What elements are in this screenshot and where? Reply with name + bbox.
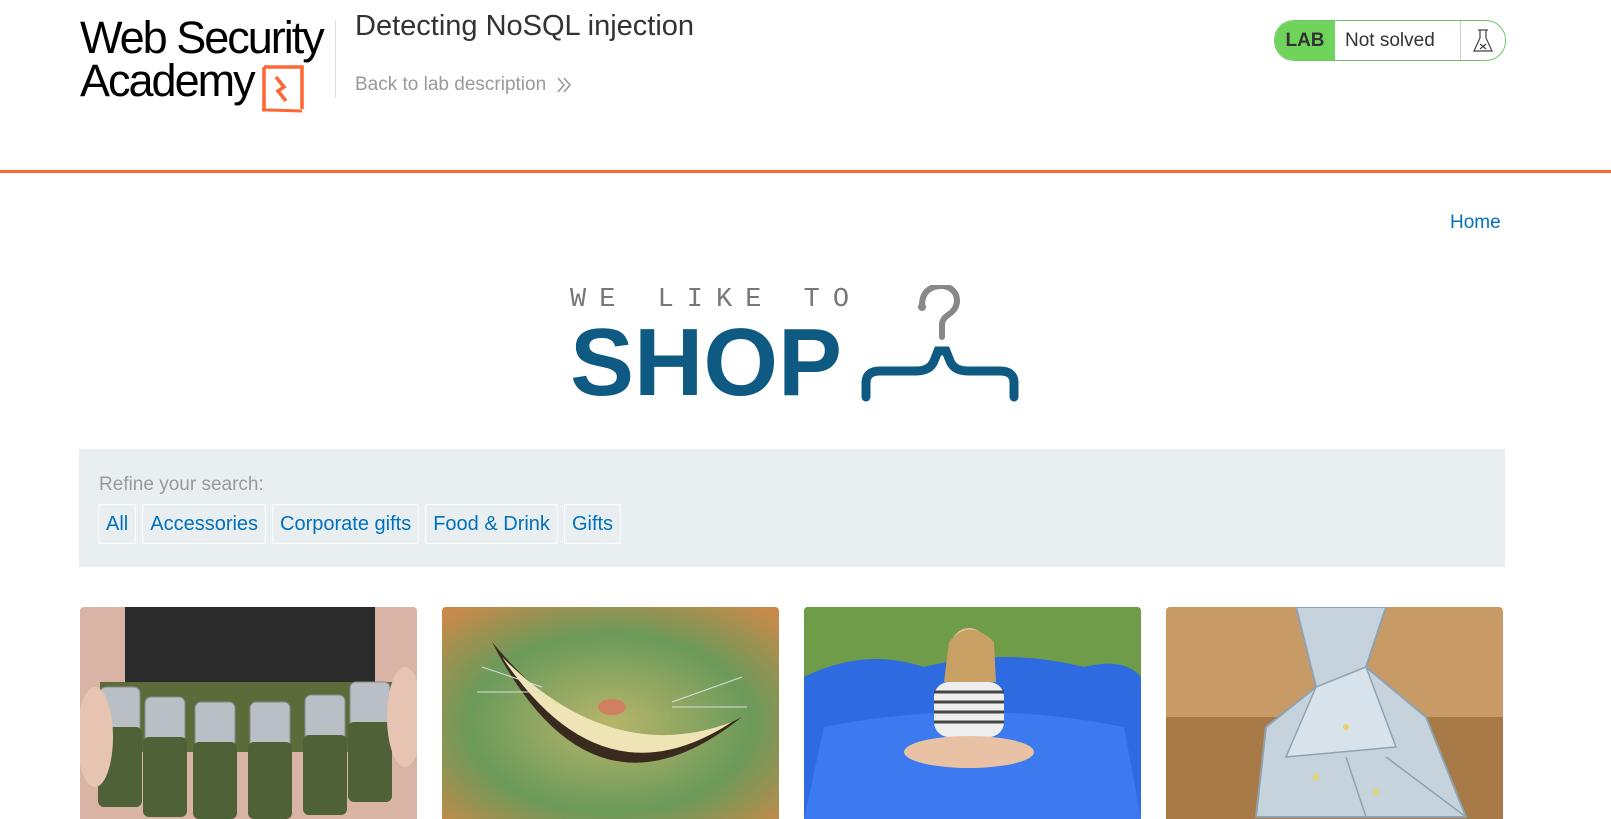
back-to-lab-description-link[interactable]: Back to lab description: [355, 74, 572, 96]
home-link[interactable]: Home: [1450, 212, 1501, 234]
flask-icon: [1460, 21, 1505, 60]
category-accessories[interactable]: Accessories: [142, 504, 267, 544]
category-gifts[interactable]: Gifts: [563, 504, 622, 544]
we-like-to-shop-logo: WE LIKE TO SHOP: [570, 285, 1020, 411]
filter-label: Refine your search:: [99, 474, 264, 495]
filter-panel: Refine your search: All Accessories Corp…: [79, 449, 1505, 567]
double-chevron-right-icon: [557, 77, 572, 93]
badge-lab-label: LAB: [1275, 21, 1335, 60]
badge-status-text: Not solved: [1335, 21, 1460, 60]
back-link-label: Back to lab description: [355, 74, 547, 95]
product-image-beer-belt[interactable]: [80, 607, 417, 819]
header-divider: [335, 20, 336, 98]
logo-bolt-icon: [262, 65, 304, 113]
lab-title: Detecting NoSQL injection: [355, 10, 695, 42]
header-accent-line: [0, 170, 1611, 173]
category-corporate-gifts[interactable]: Corporate gifts: [272, 504, 420, 544]
product-image-cheshire-smile[interactable]: [442, 607, 779, 819]
product-image-blue-beanbag[interactable]: [804, 607, 1141, 819]
product-image-origami-money[interactable]: [1166, 607, 1503, 819]
logo-line1: Web Security: [80, 12, 325, 63]
web-security-academy-logo[interactable]: Web Security Academy: [80, 12, 330, 113]
category-all[interactable]: All: [98, 504, 137, 544]
lab-status-badge: LAB Not solved: [1274, 20, 1506, 61]
hanger-icon: [861, 285, 1019, 402]
category-food-and-drink[interactable]: Food & Drink: [425, 504, 558, 544]
category-list: All Accessories Corporate gifts Food & D…: [98, 504, 622, 544]
